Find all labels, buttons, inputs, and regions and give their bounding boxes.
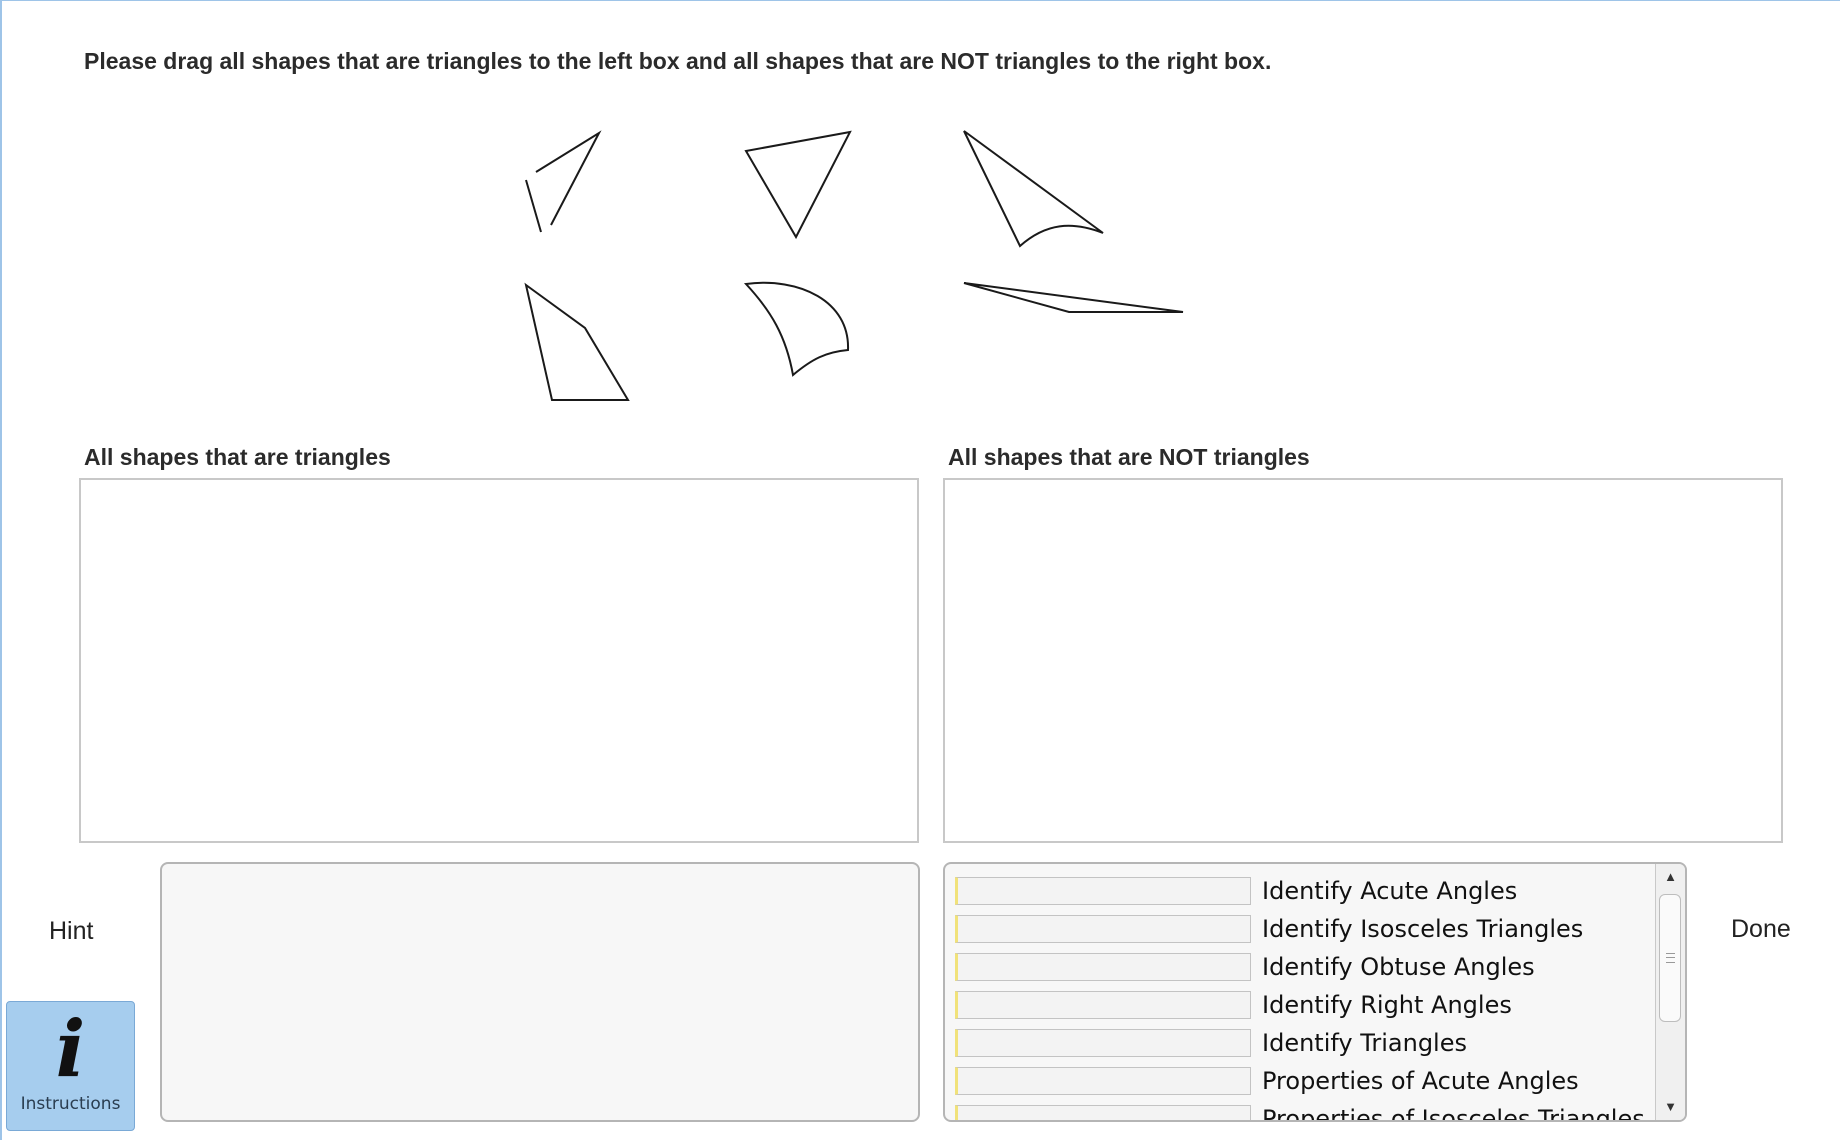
triangles-box-label: All shapes that are triangles: [84, 444, 391, 470]
skill-progress-bar: [955, 953, 1251, 981]
shape-triangle-inverted[interactable]: [744, 130, 854, 240]
instructions-button[interactable]: i Instructions: [6, 1001, 135, 1131]
skill-progress-bar: [955, 1105, 1251, 1120]
skill-name: Identify Obtuse Angles: [1262, 953, 1535, 981]
done-button[interactable]: Done: [1731, 915, 1791, 944]
skill-row: Identify Obtuse Angles: [955, 948, 1651, 986]
skill-progress-bar: [955, 915, 1251, 943]
not-triangles-drop-box[interactable]: [943, 478, 1783, 843]
shape-flat-triangle[interactable]: [962, 281, 1187, 317]
skills-scrollbar[interactable]: ▲ ▼: [1655, 864, 1685, 1120]
triangles-drop-box[interactable]: [79, 478, 919, 843]
hint-area: [160, 862, 920, 1122]
skill-name: Identify Triangles: [1262, 1029, 1467, 1057]
skill-progress-bar: [955, 1067, 1251, 1095]
skill-progress-bar: [955, 991, 1251, 1019]
skill-name: Properties of Isosceles Triangles: [1262, 1105, 1645, 1120]
skills-list: Identify Acute Angles Identify Isosceles…: [955, 872, 1651, 1120]
skill-row: Identify Triangles: [955, 1024, 1651, 1062]
grip-icon: [1666, 953, 1675, 963]
shape-open-triangle[interactable]: [522, 129, 612, 239]
skill-row: Properties of Acute Angles: [955, 1062, 1651, 1100]
scroll-down-icon[interactable]: ▼: [1656, 1094, 1685, 1120]
hint-button[interactable]: Hint: [49, 917, 93, 946]
skill-name: Identify Acute Angles: [1262, 877, 1518, 905]
skill-progress-bar: [955, 1029, 1251, 1057]
skill-name: Properties of Acute Angles: [1262, 1067, 1579, 1095]
instruction-text: Please drag all shapes that are triangle…: [84, 48, 1272, 74]
not-triangles-box-label: All shapes that are NOT triangles: [948, 444, 1310, 470]
skill-row: Identify Acute Angles: [955, 872, 1651, 910]
shape-curved-sector[interactable]: [743, 281, 854, 381]
skill-name: Identify Right Angles: [1262, 991, 1512, 1019]
instructions-label: Instructions: [20, 1094, 121, 1114]
skill-row: Properties of Isosceles Triangles: [955, 1100, 1651, 1120]
scroll-up-icon[interactable]: ▲: [1656, 864, 1685, 890]
skill-row: Identify Right Angles: [955, 986, 1651, 1024]
skill-progress-bar: [955, 877, 1251, 905]
skills-panel: Identify Acute Angles Identify Isosceles…: [943, 862, 1687, 1122]
skill-name: Identify Isosceles Triangles: [1262, 915, 1584, 943]
shape-curved-triangle[interactable]: [962, 129, 1107, 249]
info-icon: i: [55, 1004, 86, 1095]
scroll-thumb[interactable]: [1659, 894, 1681, 1022]
shape-quadrilateral[interactable]: [524, 282, 634, 403]
skill-row: Identify Isosceles Triangles: [955, 910, 1651, 948]
